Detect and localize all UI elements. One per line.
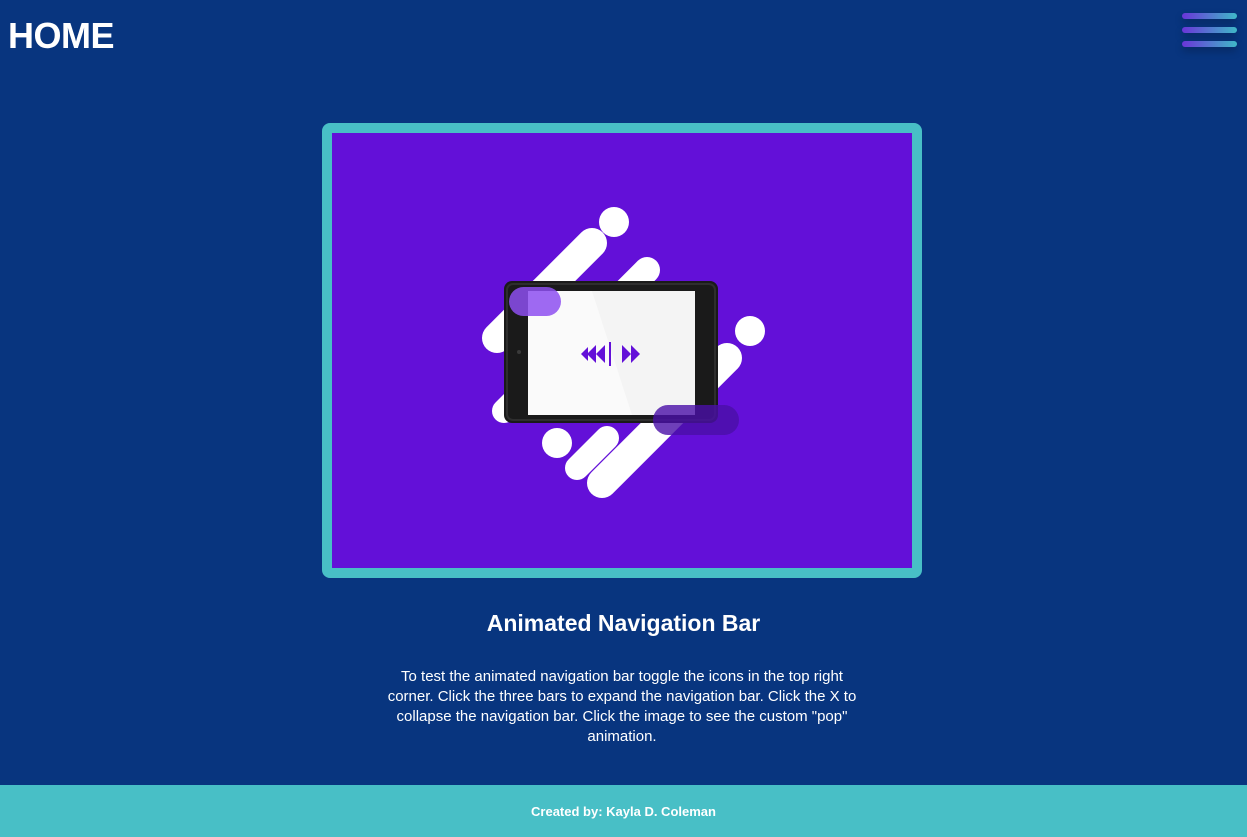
tablet-media-player-illustration (482, 207, 765, 498)
menu-bar-middle (1182, 27, 1237, 33)
menu-bar-top (1182, 13, 1237, 19)
card-title: Animated Navigation Bar (486, 610, 761, 636)
featured-image[interactable] (322, 123, 922, 578)
home-title[interactable]: HOME (8, 14, 115, 58)
footer-credit: Created by: Kayla D. Coleman (531, 803, 716, 819)
menu-bar-bottom (1182, 41, 1237, 47)
hamburger-menu-button[interactable] (1180, 10, 1238, 60)
page: HOME Animated Navigation Bar To test the… (0, 0, 1247, 837)
card-description: To test the animated navigation bar togg… (387, 668, 857, 745)
footer: Created by: Kayla D. Coleman (0, 785, 1247, 837)
